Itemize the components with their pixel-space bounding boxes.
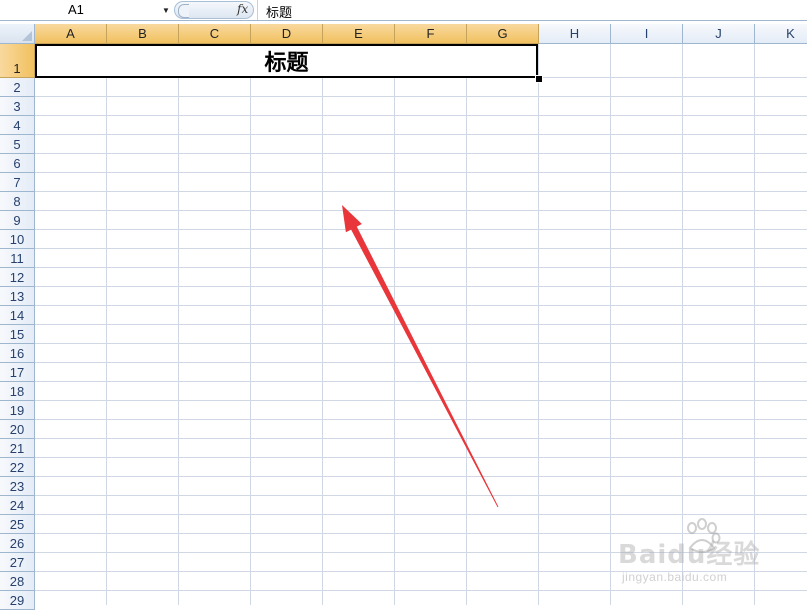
annotation-arrow <box>342 205 499 508</box>
arrow-shape <box>342 205 499 508</box>
